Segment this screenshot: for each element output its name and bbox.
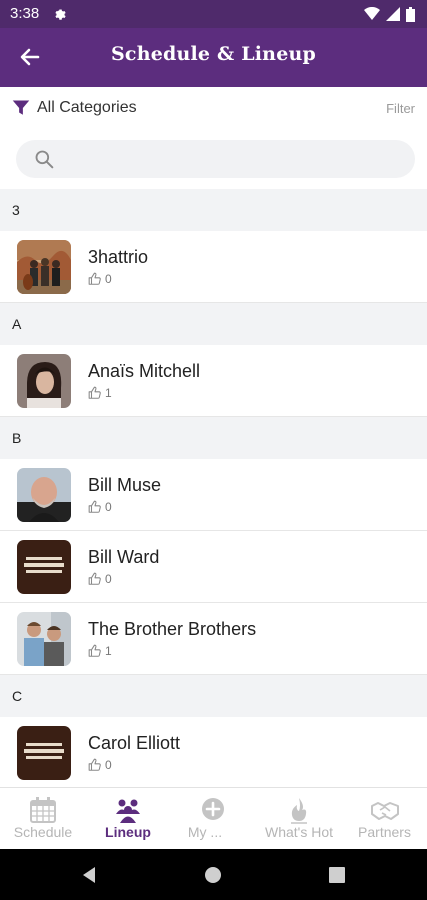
handshake-icon [370,802,399,820]
system-recents-icon[interactable] [328,866,346,884]
system-home-icon[interactable] [204,866,222,884]
like-count-value: 0 [105,758,112,772]
artist-thumbnail [17,240,71,294]
like-count[interactable]: 1 [88,386,112,400]
like-count[interactable]: 0 [88,572,112,586]
festival-logo-thumbnail [17,726,71,780]
nav-label: Partners [358,824,411,840]
artist-name: Bill Muse [88,475,162,495]
festival-logo-thumbnail [17,540,71,594]
artist-name: 3hattrio [88,247,149,267]
page-title: Schedule & Lineup [111,43,316,65]
like-count-value: 0 [105,500,112,514]
nav-whats-hot[interactable]: What's Hot [256,788,342,850]
system-back-icon[interactable] [80,866,98,884]
artist-name: Carol Elliott [88,733,181,753]
like-count-value: 0 [105,572,112,586]
like-count[interactable]: 0 [88,500,112,514]
lineup-list: 3 3hattrio 0 A Anaïs Mitchell 1 B Bill M… [0,189,427,789]
nav-partners[interactable]: Partners [342,788,427,850]
status-bar: 3:38 [0,0,427,28]
artist-name: Anaïs Mitchell [88,361,201,381]
nav-my[interactable]: My ... [170,788,256,850]
thumbs-up-icon [88,758,101,771]
like-count[interactable]: 0 [88,272,112,286]
system-nav-bar [0,849,427,900]
category-selector[interactable]: All Categories [37,99,137,117]
thumbs-up-icon [88,572,101,585]
nav-label: Schedule [13,824,73,840]
artist-name: The Brother Brothers [88,619,257,639]
section-header: A [0,303,427,345]
artist-row[interactable]: The Brother Brothers 1 [0,603,427,675]
status-time: 3:38 [10,5,40,22]
artist-thumbnail [17,468,71,522]
search-icon [35,150,54,169]
system-icons [364,6,415,22]
artist-row[interactable]: Bill Muse 0 [0,459,427,531]
nav-schedule[interactable]: Schedule [0,788,86,850]
artist-row[interactable]: Bill Ward 0 [0,531,427,603]
screen: 3:38 Schedule & Lineup All Categories Fi… [0,0,427,900]
section-header: C [0,675,427,717]
bottom-nav: Schedule Lineup My ... What's Hot Partne… [0,787,427,849]
nav-lineup[interactable]: Lineup [86,788,170,850]
filter-link[interactable]: Filter [386,101,415,116]
people-icon [116,799,140,823]
like-count-value: 0 [105,272,112,286]
plus-circle-icon [202,798,224,820]
settings-gear-icon [55,9,66,20]
artist-row[interactable]: Carol Elliott 0 [0,717,427,789]
search-bar[interactable] [16,140,415,178]
battery-icon [406,6,415,22]
flame-icon [291,798,307,824]
section-header: 3 [0,189,427,231]
artist-row[interactable]: 3hattrio 0 [0,231,427,303]
artist-thumbnail [17,354,71,408]
nav-label: What's Hot [264,824,334,840]
artist-name: Bill Ward [88,547,160,567]
nav-label: My ... [187,824,223,840]
like-count-value: 1 [105,644,112,658]
wifi-icon [364,7,380,20]
thumbs-up-icon [88,386,101,399]
app-bar: Schedule & Lineup [0,28,427,87]
thumbs-up-icon [88,500,101,513]
like-count[interactable]: 0 [88,758,112,772]
signal-icon [386,7,400,21]
search-input[interactable] [64,144,394,174]
artist-row[interactable]: Anaïs Mitchell 1 [0,345,427,417]
artist-thumbnail [17,612,71,666]
like-count[interactable]: 1 [88,644,112,658]
calendar-icon [30,797,56,823]
filter-funnel-icon[interactable] [12,99,30,117]
thumbs-up-icon [88,272,101,285]
thumbs-up-icon [88,644,101,657]
section-header: B [0,417,427,459]
filter-row: All Categories Filter [0,87,427,129]
like-count-value: 1 [105,386,112,400]
